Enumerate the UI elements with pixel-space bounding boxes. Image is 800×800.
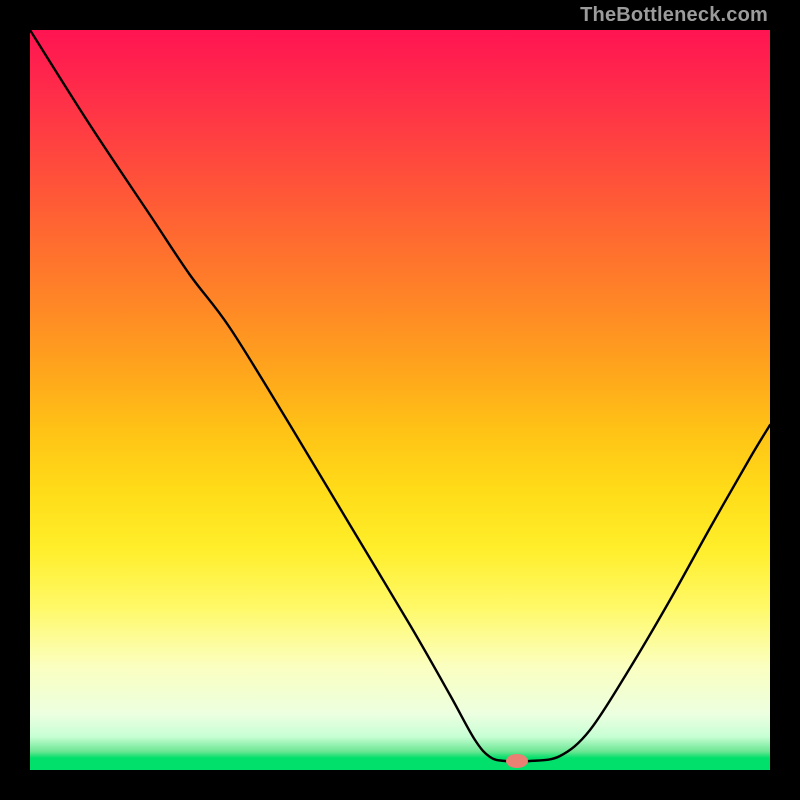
optimal-marker bbox=[506, 754, 528, 768]
plot-area bbox=[30, 30, 770, 770]
chart-svg bbox=[30, 30, 770, 770]
watermark-text: TheBottleneck.com bbox=[580, 4, 768, 27]
bottleneck-curve bbox=[30, 30, 770, 762]
chart-frame: TheBottleneck.com bbox=[0, 0, 800, 800]
